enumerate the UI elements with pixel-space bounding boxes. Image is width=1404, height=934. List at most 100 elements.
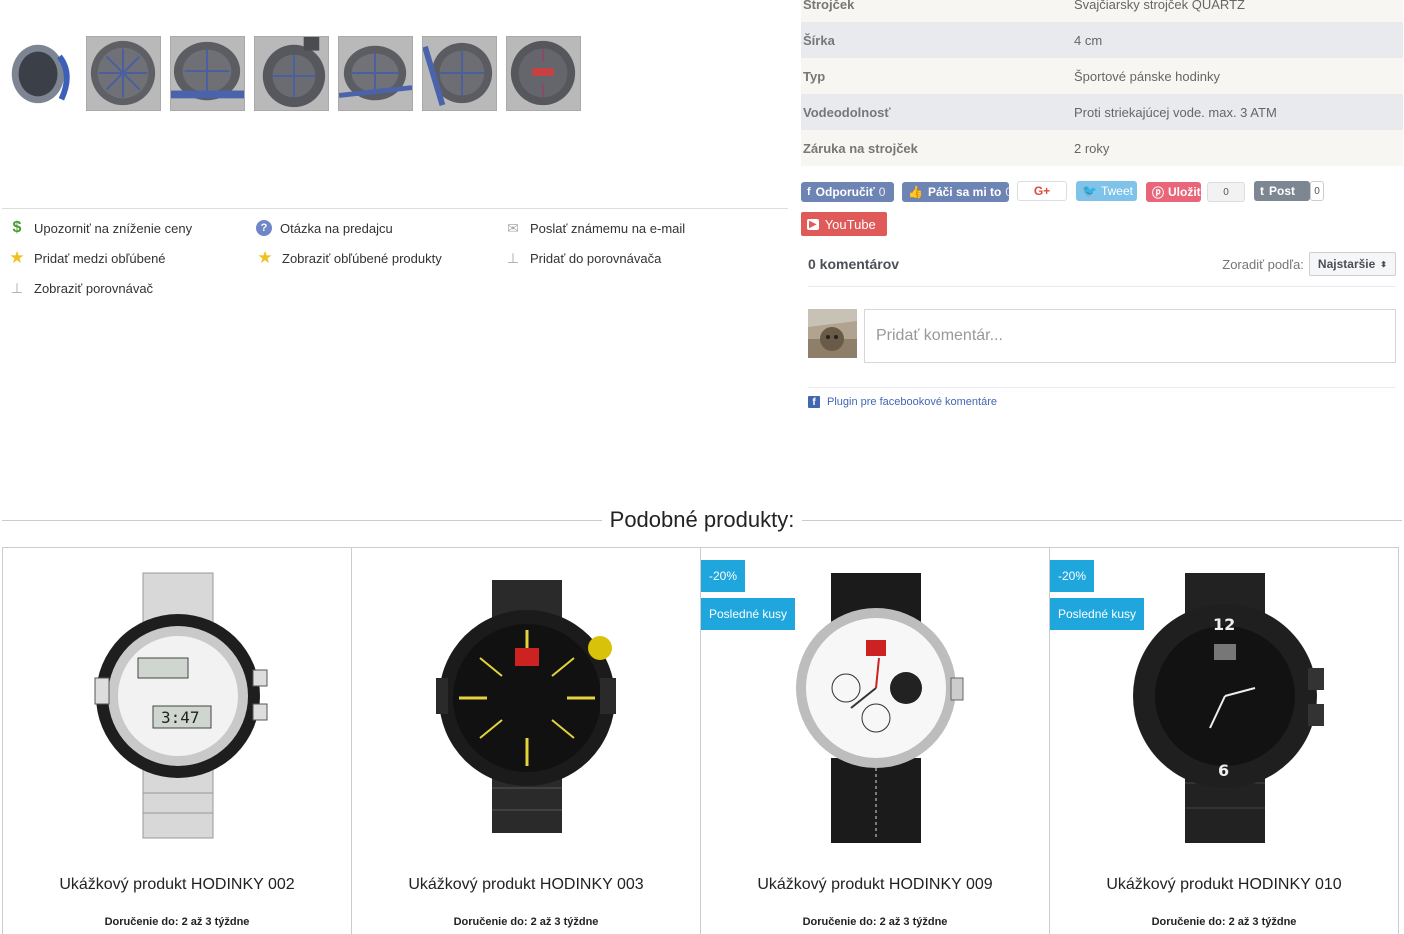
svg-text:6: 6: [1218, 761, 1229, 780]
product-name[interactable]: Ukážkový produkt HODINKY 003: [352, 876, 700, 894]
thumbnail-7[interactable]: [506, 36, 581, 111]
compare-icon: ⊥: [506, 249, 520, 266]
youtube-label: YouTube: [824, 216, 876, 232]
thumbnail-5[interactable]: [338, 36, 413, 111]
product-image[interactable]: 12 6: [1050, 548, 1398, 848]
recommend-count: 0: [878, 185, 886, 199]
like-count: 0: [1005, 185, 1013, 199]
google-plus-button[interactable]: G+: [1017, 181, 1067, 201]
spec-key: Strojček: [803, 0, 855, 12]
avatar: [808, 309, 857, 358]
thumbnail-2[interactable]: [86, 36, 161, 111]
discount-badge: -20%: [701, 560, 746, 592]
product-name[interactable]: Ukážkový produkt HODINKY 010: [1050, 876, 1398, 894]
tumblr-count: 0: [1310, 181, 1324, 201]
price-drop-alert-link[interactable]: $ Upozorniť na zníženie ceny: [8, 218, 193, 238]
plugin-label: Plugin pre facebookové komentáre: [827, 396, 997, 408]
star-icon: ★: [257, 248, 273, 267]
divider: [2, 208, 788, 209]
thumbnail-6[interactable]: [422, 36, 497, 111]
twitter-icon: 🐦: [1082, 184, 1097, 198]
product-name[interactable]: Ukážkový produkt HODINKY 009: [701, 876, 1049, 894]
tweet-label: Tweet: [1100, 184, 1133, 198]
tumblr-post-button[interactable]: t Post: [1254, 181, 1310, 201]
pin-label: Uložiť: [1168, 185, 1203, 199]
ask-seller-link[interactable]: ? Otázka na predajcu: [256, 218, 393, 238]
spec-row: Šírka 4 cm: [801, 22, 1403, 58]
spec-key: Typ: [803, 68, 826, 84]
facebook-icon: f: [807, 186, 811, 198]
spec-key: Záruka na strojček: [803, 140, 918, 156]
thumbnail-1[interactable]: [2, 36, 77, 111]
divider: [808, 286, 1396, 287]
pin-count: 0: [1207, 182, 1245, 202]
spec-row: Záruka na strojček 2 roky: [801, 130, 1403, 166]
discount-badge: -20%: [1050, 560, 1095, 592]
facebook-comments: 0 komentárov Zoradiť podľa: Najstaršie ⬍…: [808, 252, 1396, 408]
spec-table: Strojček Svajčiarsky strojček QUARTZ Šír…: [801, 0, 1403, 166]
action-label: Zobraziť obľúbené produkty: [282, 250, 442, 266]
tumblr-label: Post: [1269, 184, 1296, 198]
comment-input[interactable]: Pridať komentár...: [864, 309, 1396, 363]
show-favorites-link[interactable]: ★ Zobraziť obľúbené produkty: [256, 248, 442, 268]
action-label: Pridať do porovnávača: [530, 250, 662, 266]
show-compare-link[interactable]: ⊥ Zobraziť porovnávač: [8, 278, 153, 298]
comment-placeholder: Pridať komentár...: [876, 327, 1003, 344]
product-name[interactable]: Ukážkový produkt HODINKY 002: [3, 876, 351, 894]
product-delivery: Doručenie do: 2 až 3 týždne: [802, 916, 948, 928]
tweet-button[interactable]: 🐦 Tweet: [1076, 181, 1137, 201]
spec-value: Svajčiarsky strojček QUARTZ: [1074, 0, 1245, 12]
product-image[interactable]: [352, 548, 700, 848]
divider: [808, 387, 1396, 388]
google-plus-label: G+: [1033, 184, 1051, 198]
comment-composer: Pridať komentár...: [808, 309, 1396, 363]
social-share-bar: f Odporučiť 0 👍 Páči sa mi to 0 G+ 🐦 Twe…: [801, 181, 1401, 241]
sort-select[interactable]: Najstaršie ⬍: [1308, 252, 1396, 276]
pinterest-icon: ⓟ: [1152, 185, 1165, 200]
spec-value: 2 roky: [1074, 140, 1110, 156]
product-image[interactable]: [701, 548, 1049, 848]
comment-sort: Zoradiť podľa: Najstaršie ⬍: [1222, 252, 1396, 276]
tumblr-count-value: 0: [1314, 185, 1320, 197]
spec-key: Šírka: [803, 32, 835, 48]
add-to-compare-link[interactable]: ⊥ Pridať do porovnávača: [504, 248, 661, 268]
svg-text:3:47: 3:47: [161, 708, 200, 727]
action-label: Zobraziť porovnávač: [34, 280, 154, 296]
thumbs-up-icon: 👍: [908, 185, 923, 199]
spec-row: Strojček Svajčiarsky strojček QUARTZ: [801, 0, 1403, 22]
youtube-icon: ▶: [807, 218, 819, 230]
facebook-plugin-link[interactable]: f Plugin pre facebookové komentáre: [808, 396, 1396, 408]
add-to-favorites-link[interactable]: ★ Pridať medzi obľúbené: [8, 248, 166, 268]
thumbnail-4[interactable]: [254, 36, 329, 111]
facebook-icon: f: [808, 396, 820, 408]
comments-header: 0 komentárov Zoradiť podľa: Najstaršie ⬍: [808, 252, 1396, 276]
product-card[interactable]: Ukážkový produkt HODINKY 003 Doručenie d…: [352, 548, 701, 934]
send-to-friend-link[interactable]: ✉ Poslať známemu na e-mail: [504, 218, 685, 238]
action-label: Pridať medzi obľúbené: [34, 250, 166, 266]
product-delivery: Doručenie do: 2 až 3 týždne: [453, 916, 599, 928]
last-pieces-badge: Posledné kusy: [1050, 598, 1145, 630]
compare-icon: ⊥: [10, 279, 24, 296]
last-pieces-badge: Posledné kusy: [701, 598, 796, 630]
product-card[interactable]: -20% Posledné kusy Ukážkový produkt HODI…: [701, 548, 1050, 934]
sort-value: Najstaršie: [1317, 257, 1376, 271]
product-card[interactable]: 12 6 -20% Posledné kusy Ukážkový produkt…: [1050, 548, 1399, 934]
youtube-button[interactable]: ▶ YouTube: [801, 212, 887, 236]
recommend-label: Odporučiť: [815, 185, 875, 199]
spec-value: Športové pánske hodinky: [1074, 68, 1220, 84]
similar-products-grid: 3:47 Ukážkový produkt HODINKY 002 Doruče…: [2, 547, 1399, 934]
thumbnail-strip: [2, 36, 581, 111]
similar-products-title-text: Podobné produkty:: [601, 507, 803, 532]
comment-count: 0 komentárov: [808, 256, 900, 272]
pinterest-save-button[interactable]: ⓟ Uložiť: [1146, 182, 1203, 202]
sort-arrows-icon: ⬍: [1380, 259, 1387, 269]
product-image[interactable]: 3:47: [3, 548, 351, 848]
facebook-recommend-button[interactable]: f Odporučiť 0: [801, 182, 894, 202]
thumbnail-3[interactable]: [170, 36, 245, 111]
mail-icon: ✉: [507, 219, 519, 236]
spec-row: Vodeodolnosť Proti striekajúcej vode. ma…: [801, 94, 1403, 130]
tumblr-icon: t: [1260, 184, 1264, 198]
star-icon: ★: [9, 248, 25, 267]
facebook-like-button[interactable]: 👍 Páči sa mi to 0: [902, 182, 1013, 202]
product-card[interactable]: 3:47 Ukážkový produkt HODINKY 002 Doruče…: [3, 548, 352, 934]
